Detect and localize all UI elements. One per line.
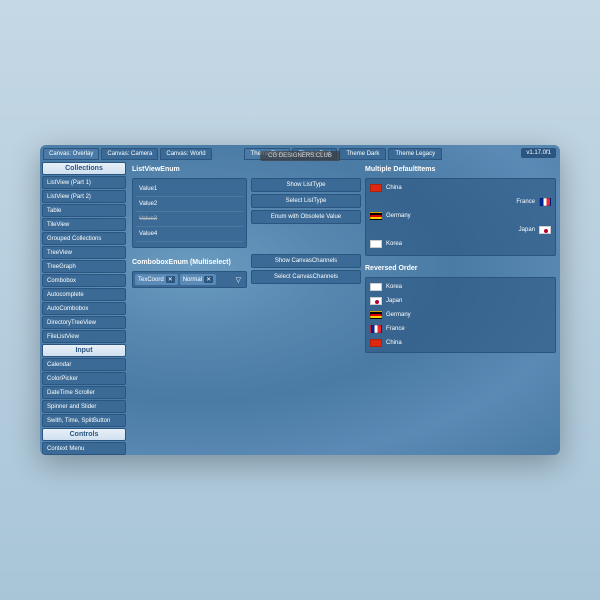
- country-row[interactable]: Germany: [368, 209, 553, 223]
- action-button[interactable]: Show CanvasChannels: [251, 254, 361, 268]
- chip-remove-icon[interactable]: ✕: [204, 276, 213, 283]
- country-name: China: [386, 340, 402, 346]
- country-name: France: [386, 326, 405, 332]
- combobox-multiselect[interactable]: TexCoord ✕Normal ✕ ▽: [132, 271, 247, 288]
- canvas-actions: Show CanvasChannels Select CanvasChannels: [251, 254, 361, 286]
- theme-tab[interactable]: Theme Legacy: [388, 148, 442, 160]
- sidebar: CollectionsListView (Part 1)ListView (Pa…: [40, 160, 128, 455]
- country-row[interactable]: Japan: [368, 294, 553, 308]
- body: CollectionsListView (Part 1)ListView (Pa…: [40, 160, 560, 455]
- country-row[interactable]: Korea: [368, 280, 553, 294]
- main-area: ListViewEnum Value1Value2Value3Value4 Co…: [128, 160, 560, 455]
- sidebar-item[interactable]: Autocomplete: [42, 288, 126, 301]
- flag-icon: [370, 212, 382, 220]
- country-name: China: [386, 185, 402, 191]
- section-header: Input: [42, 344, 126, 357]
- country-row[interactable]: China: [368, 181, 553, 195]
- watermark: CG DESIGNERS.CLUB: [260, 151, 340, 161]
- country-row[interactable]: Korea: [368, 237, 553, 251]
- flag-icon: [370, 311, 382, 319]
- sidebar-item[interactable]: AutoCombobox: [42, 302, 126, 315]
- canvas-tab[interactable]: Canvas: Overlay: [43, 148, 99, 160]
- flag-icon: [370, 240, 382, 248]
- sidebar-item[interactable]: Grouped Collections: [42, 232, 126, 245]
- flag-icon: [370, 283, 382, 291]
- section-header: Controls: [42, 428, 126, 441]
- sidebar-item[interactable]: Context Menu: [42, 442, 126, 455]
- action-button[interactable]: Select ListType: [251, 194, 361, 208]
- sidebar-item[interactable]: Combobox: [42, 274, 126, 287]
- country-row[interactable]: France: [368, 195, 553, 209]
- flag-icon: [370, 184, 382, 192]
- list-item[interactable]: Value3: [136, 212, 243, 227]
- sidebar-item[interactable]: DateTime Scroller: [42, 386, 126, 399]
- sidebar-item[interactable]: ColorPicker: [42, 372, 126, 385]
- sidebar-item[interactable]: Calendar: [42, 358, 126, 371]
- country-row[interactable]: Japan: [368, 223, 553, 237]
- section-header: Collections: [42, 162, 126, 175]
- reversed-title: Reversed Order: [365, 263, 556, 274]
- theme-tab[interactable]: Theme Dark: [339, 148, 386, 160]
- chip[interactable]: Normal ✕: [180, 274, 216, 285]
- canvas-tab[interactable]: Canvas: Camera: [101, 148, 158, 160]
- sidebar-item[interactable]: DirectoryTreeView: [42, 316, 126, 329]
- country-row[interactable]: China: [368, 336, 553, 350]
- sidebar-item[interactable]: Spinner and Slider: [42, 400, 126, 413]
- sidebar-item[interactable]: Table: [42, 204, 126, 217]
- sidebar-item[interactable]: FileListView: [42, 330, 126, 343]
- action-button[interactable]: Select CanvasChannels: [251, 270, 361, 284]
- list-item[interactable]: Value2: [136, 197, 243, 212]
- country-name: Japan: [386, 298, 402, 304]
- sidebar-item[interactable]: ListView (Part 1): [42, 176, 126, 189]
- country-name: Germany: [386, 312, 411, 318]
- country-name: France: [516, 199, 535, 205]
- listview-enum-title: ListViewEnum: [132, 164, 247, 175]
- country-name: Japan: [519, 227, 535, 233]
- listtype-actions: Show ListType Select ListType Enum with Ob…: [251, 178, 361, 226]
- sidebar-item[interactable]: Swith, Time, SplitButton: [42, 414, 126, 427]
- flag-icon: [370, 339, 382, 347]
- action-button[interactable]: Show ListType: [251, 178, 361, 192]
- sidebar-item[interactable]: TreeView: [42, 246, 126, 259]
- list-item[interactable]: Value1: [136, 182, 243, 197]
- country-name: Korea: [386, 284, 402, 290]
- country-row[interactable]: Germany: [368, 308, 553, 322]
- country-name: Korea: [386, 241, 402, 247]
- action-button[interactable]: Enum with Obsolete Value: [251, 210, 361, 224]
- chip-remove-icon[interactable]: ✕: [166, 276, 175, 283]
- reversed-list[interactable]: Korea Japan Germany France China: [365, 277, 556, 353]
- list-item[interactable]: Value4: [136, 227, 243, 242]
- sidebar-item[interactable]: TreeGraph: [42, 260, 126, 273]
- listview-enum-panel[interactable]: Value1Value2Value3Value4: [132, 178, 247, 248]
- flag-icon: [370, 325, 382, 333]
- canvas-tab[interactable]: Canvas: World: [160, 148, 211, 160]
- country-row[interactable]: France: [368, 322, 553, 336]
- sidebar-item[interactable]: TileView: [42, 218, 126, 231]
- sidebar-item[interactable]: ListView (Part 2): [42, 190, 126, 203]
- flag-icon: [539, 198, 551, 206]
- dropdown-icon[interactable]: ▽: [233, 276, 244, 284]
- flag-icon: [370, 297, 382, 305]
- combobox-title: ComboboxEnum (Multiselect): [132, 257, 247, 268]
- canvas-tabs: Canvas: OverlayCanvas: CameraCanvas: Wor…: [43, 148, 212, 160]
- flag-icon: [539, 226, 551, 234]
- chip[interactable]: TexCoord ✕: [135, 274, 178, 285]
- multi-default-title: Multiple DefaultItems: [365, 164, 556, 175]
- country-name: Germany: [386, 213, 411, 219]
- multi-default-list[interactable]: China France Germany Japan Korea: [365, 178, 556, 256]
- app-window: CG DESIGNERS.CLUB v1.17.0f1 Canvas: Over…: [40, 145, 560, 455]
